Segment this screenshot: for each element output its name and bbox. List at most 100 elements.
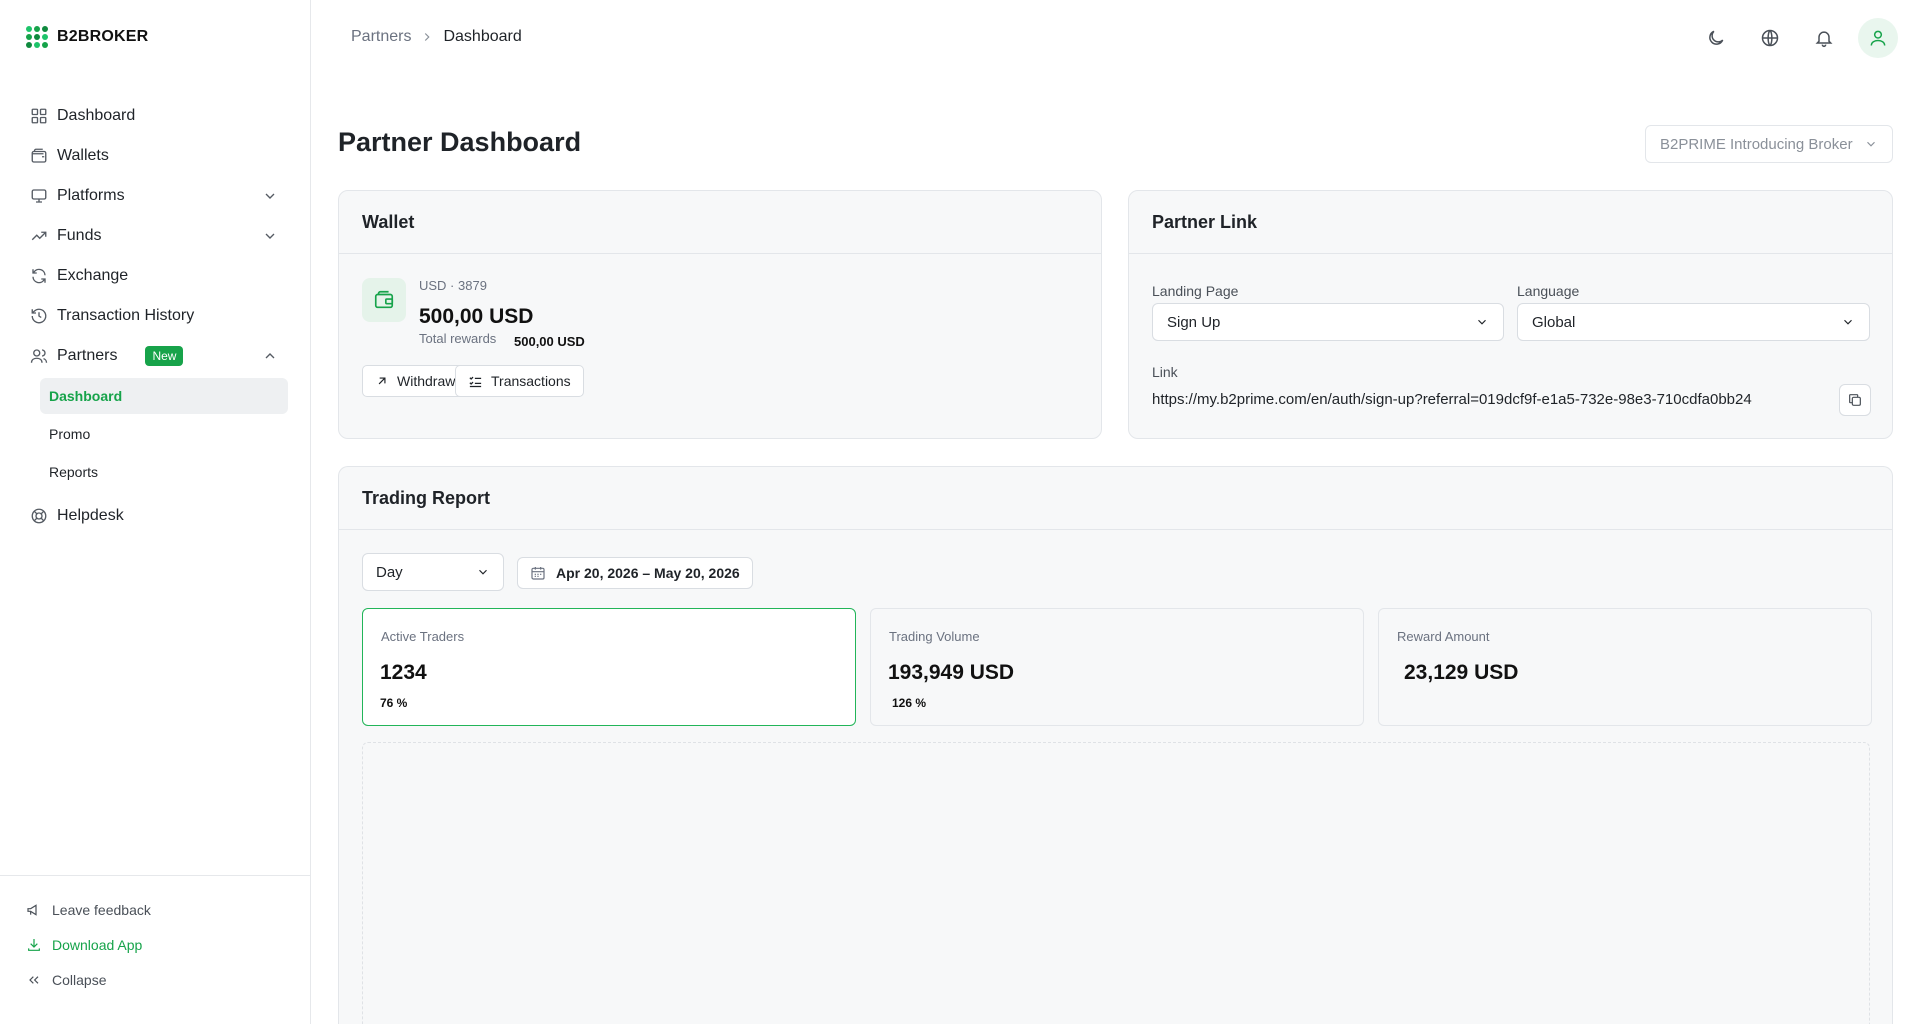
chevron-up-icon [265, 353, 275, 359]
refresh-icon [32, 268, 46, 284]
chevron-right-icon [425, 33, 431, 41]
broker-select-value: B2PRIME Introducing Broker [1660, 135, 1853, 153]
leave-feedback-link[interactable]: Leave feedback [0, 892, 310, 927]
wallet-icon [374, 290, 394, 309]
page-title: Partner Dashboard [338, 127, 582, 157]
landing-page-select[interactable]: Sign Up [1152, 303, 1504, 341]
sidebar-item-label: Exchange [57, 267, 129, 284]
sidebar-nav: Dashboard Wallets Platforms Funds Exchan… [20, 96, 290, 536]
period-value: Day [376, 563, 403, 581]
sidebar-item-funds[interactable]: Funds [20, 216, 290, 256]
metric-value: 1234 [380, 661, 427, 684]
trading-report-card: Trading Report Day Apr 20, 2026 – May 20… [338, 466, 1893, 1024]
notifications-button[interactable] [1804, 18, 1844, 58]
total-rewards-label: Total rewards [419, 331, 497, 346]
megaphone-icon [27, 903, 37, 916]
language-button[interactable] [1750, 18, 1790, 58]
link-label: Link [1152, 364, 1178, 380]
withdraw-label: Withdraw [397, 373, 456, 389]
users-icon [30, 349, 48, 363]
collapse-button[interactable]: Collapse [0, 962, 310, 997]
metric-value: 23,129 USD [1404, 661, 1519, 684]
language-select[interactable]: Global [1517, 303, 1870, 341]
download-icon [28, 938, 40, 951]
metric-label: Trading Volume [889, 629, 980, 644]
sidebar-item-transaction-history[interactable]: Transaction History [20, 296, 290, 336]
user-avatar-button[interactable] [1858, 18, 1898, 58]
bell-icon [1815, 31, 1833, 48]
sidebar-footer: Leave feedback Download App Collapse [0, 875, 310, 997]
chevrons-left-icon [29, 975, 39, 984]
sidebar-item-label: Partners [57, 347, 118, 364]
breadcrumb-dashboard: Dashboard [443, 28, 522, 45]
date-range-picker[interactable]: Apr 20, 2026 – May 20, 2026 [517, 557, 753, 589]
logo[interactable]: B2BROKER [25, 25, 148, 49]
chevron-down-icon [1867, 141, 1875, 147]
leave-feedback-label: Leave feedback [52, 901, 151, 918]
collapse-label: Collapse [52, 971, 107, 988]
grid-icon [31, 108, 47, 124]
sidebar-subitem-dashboard[interactable]: Dashboard [40, 378, 288, 414]
sidebar: B2BROKER Dashboard Wallets Platforms Fun… [0, 0, 311, 1024]
copy-link-button[interactable] [1839, 384, 1871, 416]
partner-link-card-title: Partner Link [1129, 191, 1892, 254]
sidebar-item-label: Helpdesk [57, 507, 124, 524]
chevron-down-icon [1478, 319, 1486, 325]
arrow-up-right-icon [378, 377, 386, 385]
metric-percent: 76 % [380, 696, 408, 710]
chevron-down-icon [1844, 319, 1852, 325]
monitor-icon [31, 189, 47, 203]
metric-percent: 126 % [892, 696, 927, 710]
sidebar-item-label: Dashboard [57, 107, 136, 124]
sidebar-subitem-reports[interactable]: Reports [40, 454, 288, 490]
transactions-button[interactable]: Transactions [455, 365, 584, 397]
metric-reward-amount[interactable]: Reward Amount 23,129 USD [1378, 608, 1872, 726]
new-badge: New [145, 346, 184, 366]
sidebar-item-label: Wallets [57, 147, 109, 164]
sidebar-item-partners[interactable]: Partners New [20, 336, 290, 376]
copy-icon [1849, 394, 1861, 406]
sidebar-item-dashboard[interactable]: Dashboard [20, 96, 290, 136]
lifebuoy-icon [31, 508, 47, 524]
period-select[interactable]: Day [362, 553, 504, 591]
header-actions [1696, 18, 1898, 58]
sidebar-item-wallets[interactable]: Wallets [20, 136, 290, 176]
download-app-label: Download App [52, 936, 143, 953]
partner-link-card: Partner Link Landing Page Sign Up Langua… [1128, 190, 1893, 439]
metric-value: 193,949 USD [888, 661, 1015, 684]
wallet-balance: 500,00 USD [419, 305, 534, 328]
sidebar-item-label: Transaction History [57, 307, 195, 324]
wallet-card-title: Wallet [339, 191, 1101, 254]
chevron-down-icon [265, 233, 275, 239]
date-range-value: Apr 20, 2026 – May 20, 2026 [556, 565, 740, 581]
breadcrumb-partners[interactable]: Partners [351, 28, 411, 46]
theme-toggle-button[interactable] [1696, 18, 1736, 58]
partner-link-url: https://my.b2prime.com/en/auth/sign-up?r… [1152, 391, 1752, 408]
trading-chart-area [362, 742, 1870, 1024]
globe-icon [1761, 29, 1779, 47]
moon-icon [1709, 30, 1724, 45]
sidebar-item-helpdesk[interactable]: Helpdesk [20, 496, 290, 536]
sidebar-subitem-promo[interactable]: Promo [40, 416, 288, 452]
trading-report-title: Trading Report [339, 467, 1892, 530]
metric-active-traders[interactable]: Active Traders 1234 76 % [362, 608, 856, 726]
user-icon [1870, 30, 1886, 46]
withdraw-button[interactable]: Withdraw [362, 365, 469, 397]
transactions-label: Transactions [491, 373, 571, 389]
metric-trading-volume[interactable]: Trading Volume 193,949 USD 126 % [870, 608, 1364, 726]
download-app-link[interactable]: Download App [0, 927, 310, 962]
total-rewards-value: 500,00 USD [514, 334, 585, 349]
list-checks-icon [469, 376, 482, 387]
breadcrumb: Partners Dashboard [351, 28, 522, 46]
wallet-card: Wallet USD · 3879 500,00 USD Total rewar… [338, 190, 1102, 439]
metric-label: Reward Amount [1397, 629, 1490, 644]
landing-page-label: Landing Page [1152, 283, 1239, 299]
sidebar-item-platforms[interactable]: Platforms [20, 176, 290, 216]
language-label: Language [1517, 283, 1580, 299]
metric-label: Active Traders [381, 629, 465, 644]
broker-select[interactable]: B2PRIME Introducing Broker [1645, 125, 1893, 163]
language-value: Global [1532, 313, 1576, 331]
sidebar-item-exchange[interactable]: Exchange [20, 256, 290, 296]
wallet-icon [31, 148, 47, 163]
chevron-down-icon [265, 193, 275, 199]
